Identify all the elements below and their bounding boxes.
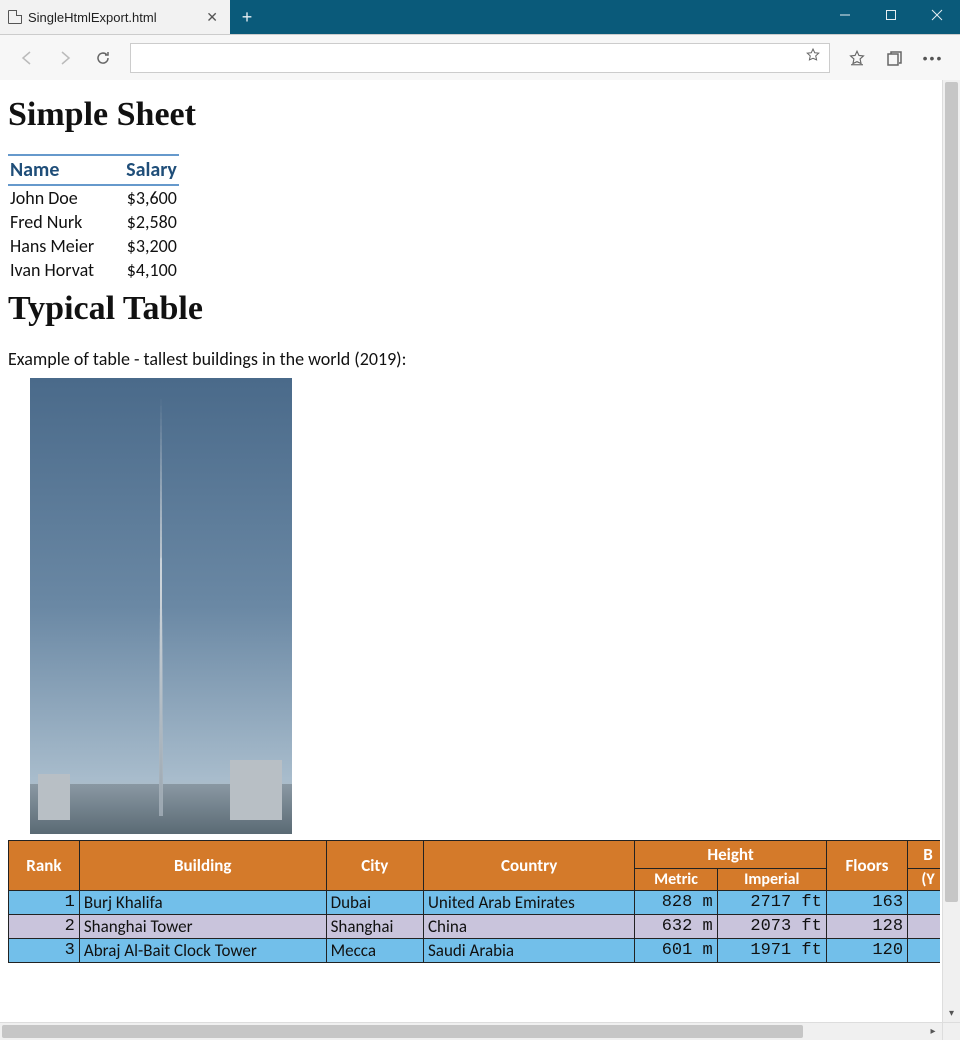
col-imperial: Imperial (717, 869, 826, 891)
horizontal-scroll-thumb[interactable] (2, 1025, 803, 1038)
new-tab-button[interactable]: + (230, 0, 264, 34)
close-tab-icon[interactable]: ✕ (202, 9, 222, 26)
table-row: 1 Burj Khalifa Dubai United Arab Emirate… (9, 891, 941, 915)
table-row: Hans Meier$3,200 (8, 234, 179, 258)
table-row: John Doe$3,600 (8, 185, 179, 210)
scroll-corner (942, 1022, 960, 1040)
col-height: Height (635, 841, 827, 869)
favorite-icon[interactable] (805, 47, 821, 68)
maximize-button[interactable] (868, 0, 914, 30)
col-metric: Metric (635, 869, 717, 891)
buildings-table: Rank Building City Country Height Floors… (8, 840, 940, 963)
refresh-button[interactable] (86, 41, 120, 75)
col-country: Country (423, 841, 634, 891)
forward-button[interactable] (48, 41, 82, 75)
col-name: Name (8, 155, 124, 185)
col-city: City (326, 841, 423, 891)
table-header-row: Name Salary (8, 155, 179, 185)
vertical-scrollbar[interactable]: ▾ (942, 80, 960, 1022)
favorites-list-icon[interactable] (840, 41, 874, 75)
browser-viewport: Simple Sheet Name Salary John Doe$3,600 … (0, 80, 960, 1040)
table-header-row: Rank Building City Country Height Floors… (9, 841, 941, 869)
window-titlebar: SingleHtmlExport.html ✕ + (0, 0, 960, 34)
salary-table: Name Salary John Doe$3,600 Fred Nurk$2,5… (8, 154, 179, 282)
heading-simple-sheet: Simple Sheet (8, 96, 932, 134)
table-row: Ivan Horvat$4,100 (8, 258, 179, 282)
window-controls (822, 0, 960, 30)
heading-typical-table: Typical Table (8, 290, 932, 328)
table-row: Fred Nurk$2,580 (8, 210, 179, 234)
tab-title: SingleHtmlExport.html (28, 10, 196, 25)
menu-button[interactable]: ••• (916, 41, 950, 75)
building-image (30, 378, 292, 834)
address-bar[interactable] (130, 43, 830, 73)
horizontal-scrollbar[interactable]: ▸ (0, 1022, 942, 1040)
minimize-button[interactable] (822, 0, 868, 30)
table-caption: Example of table - tallest buildings in … (8, 348, 932, 370)
vertical-scroll-thumb[interactable] (945, 82, 958, 902)
page-icon (8, 10, 22, 24)
collections-icon[interactable] (878, 41, 912, 75)
browser-tab[interactable]: SingleHtmlExport.html ✕ (0, 0, 230, 34)
scroll-down-arrow-icon[interactable]: ▾ (943, 1004, 960, 1022)
col-rank: Rank (9, 841, 80, 891)
close-window-button[interactable] (914, 0, 960, 30)
col-built-partial: B (908, 841, 940, 869)
table-row: 3 Abraj Al-Bait Clock Tower Mecca Saudi … (9, 939, 941, 963)
col-built-y-partial: (Y (908, 869, 940, 891)
back-button[interactable] (10, 41, 44, 75)
table-row: 2 Shanghai Tower Shanghai China 632 m 20… (9, 915, 941, 939)
scroll-right-arrow-icon[interactable]: ▸ (924, 1023, 942, 1040)
document-body: Simple Sheet Name Salary John Doe$3,600 … (0, 80, 940, 1022)
col-salary: Salary (124, 155, 179, 185)
browser-toolbar: ••• (0, 34, 960, 80)
col-building: Building (79, 841, 326, 891)
col-floors: Floors (826, 841, 907, 891)
